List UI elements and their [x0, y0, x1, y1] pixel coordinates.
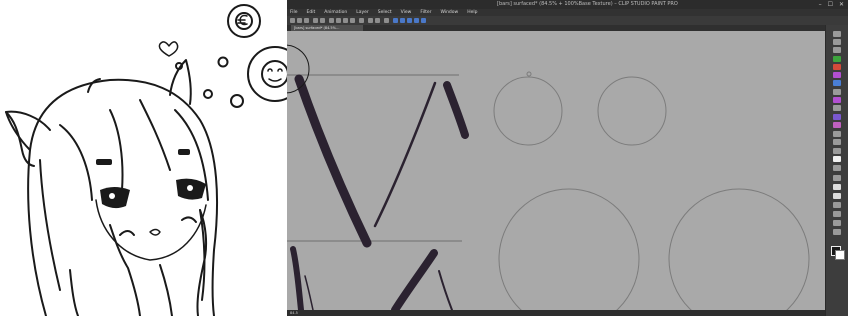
coin-bubble-outer	[227, 4, 261, 38]
stroke-thin-2	[438, 270, 453, 310]
maximize-icon[interactable]: ☐	[828, 0, 833, 9]
close-icon[interactable]: ✕	[839, 0, 844, 9]
save-icon[interactable]	[304, 18, 309, 23]
tool-palette	[825, 25, 848, 316]
menu-layer[interactable]: Layer	[356, 9, 369, 16]
frame-icon[interactable]	[833, 193, 841, 199]
background-color-swatch[interactable]	[835, 250, 845, 260]
practice-circle-2	[597, 76, 667, 146]
window-controls: – ☐ ✕	[819, 0, 844, 9]
stroke-thin-1	[373, 81, 437, 228]
stroke-diag-3	[290, 246, 304, 310]
practice-circle-3	[498, 188, 640, 310]
stroke-diag-1	[294, 74, 372, 248]
menu-filter[interactable]: Filter	[420, 9, 431, 16]
fill-icon[interactable]	[833, 122, 841, 128]
show-selection-icon[interactable]	[384, 18, 389, 23]
copy-icon[interactable]	[343, 18, 348, 23]
open-icon[interactable]	[297, 18, 302, 23]
ruler-icon[interactable]	[833, 165, 841, 171]
undo-icon[interactable]	[313, 18, 318, 23]
transform-icon[interactable]	[359, 18, 364, 23]
menu-file[interactable]: File	[290, 9, 298, 16]
gradient-icon[interactable]	[833, 131, 841, 137]
decoration-icon[interactable]	[833, 105, 841, 111]
deselect-icon[interactable]	[368, 18, 373, 23]
cut-icon[interactable]	[336, 18, 341, 23]
title-bar: [bars] surfaced* (84.5% + 100%Base Textu…	[287, 0, 848, 9]
minimize-icon[interactable]: –	[819, 0, 822, 9]
snap-ruler-icon[interactable]	[393, 18, 398, 23]
invert-selection-icon[interactable]	[375, 18, 380, 23]
annotation-icon[interactable]	[833, 229, 841, 235]
menu-help[interactable]: Help	[467, 9, 477, 16]
menu-animation[interactable]: Animation	[324, 9, 347, 16]
stroke-diag-2	[443, 81, 469, 139]
pen-icon[interactable]	[833, 72, 841, 78]
text-tool-icon[interactable]	[833, 220, 841, 226]
correct-line-icon[interactable]	[833, 175, 841, 181]
operation-icon[interactable]	[833, 202, 841, 208]
menu-select[interactable]: Select	[378, 9, 392, 16]
new-file-icon[interactable]	[290, 18, 295, 23]
airbrush-icon[interactable]	[833, 97, 841, 103]
character-sketch-drawing	[5, 4, 287, 316]
menu-bar: File Edit Animation Layer Select View Fi…	[287, 9, 848, 16]
snap-grid-icon[interactable]	[407, 18, 412, 23]
drawing-canvas[interactable]	[287, 31, 825, 310]
zoom-icon[interactable]	[833, 31, 841, 37]
blend-icon[interactable]	[833, 184, 841, 190]
practice-circle-4	[668, 188, 810, 310]
redo-icon[interactable]	[320, 18, 325, 23]
select-icon[interactable]	[833, 47, 841, 53]
menu-view[interactable]: View	[401, 9, 412, 16]
balloon-icon[interactable]	[833, 156, 841, 162]
snap-special-ruler-icon[interactable]	[400, 18, 405, 23]
lasso-icon[interactable]	[833, 56, 841, 62]
paste-icon[interactable]	[350, 18, 355, 23]
stroke-diag-4	[391, 249, 438, 310]
paint-app-window: [bars] surfaced* (84.5% + 100%Base Textu…	[287, 0, 848, 316]
move-icon[interactable]	[833, 39, 841, 45]
canvas-strokes	[287, 44, 810, 310]
eraser-icon[interactable]	[833, 114, 841, 120]
pencil-icon[interactable]	[833, 80, 841, 86]
figure-icon[interactable]	[833, 139, 841, 145]
text-icon[interactable]	[833, 148, 841, 154]
zoom-readout: 84.5	[290, 311, 298, 315]
brush-icon[interactable]	[833, 89, 841, 95]
snap-perspective-icon[interactable]	[414, 18, 419, 23]
status-bar: 84.5	[287, 310, 825, 316]
window-title: [bars] surfaced* (84.5% + 100%Base Textu…	[497, 1, 678, 7]
menu-window[interactable]: Window	[440, 9, 458, 16]
clear-icon[interactable]	[329, 18, 334, 23]
menu-edit[interactable]: Edit	[307, 9, 316, 16]
practice-circle-1	[493, 76, 563, 146]
tone-icon[interactable]	[833, 211, 841, 217]
eyedropper-icon[interactable]	[833, 64, 841, 70]
snap-layer-icon[interactable]	[421, 18, 426, 23]
character-sketch-artwork	[0, 0, 287, 316]
thought-bubble-face	[247, 46, 287, 102]
